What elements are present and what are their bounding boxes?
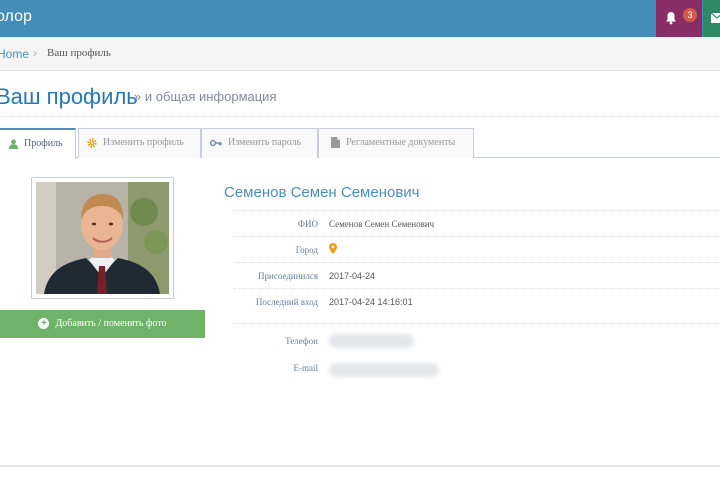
page-subtitle: » и общая информация xyxy=(134,89,277,104)
tab-edit-profile[interactable]: Изменить профиль xyxy=(78,128,201,158)
breadcrumb-current: Ваш профиль xyxy=(47,47,111,59)
info-row-fio: ФИО Семенов Семен Семенович xyxy=(234,210,720,236)
notifications-button[interactable]: 3 xyxy=(656,0,702,37)
info-row-joined: Присоединился 2017-04-24 xyxy=(234,262,720,288)
tab-profile-label: Профиль xyxy=(24,138,63,149)
fio-label: ФИО xyxy=(297,219,318,229)
tab-edit-profile-label: Изменить профиль xyxy=(103,137,184,148)
profile-photo[interactable] xyxy=(36,182,169,294)
city-label: Город xyxy=(295,245,318,255)
info-row-email: E-mail xyxy=(234,353,720,383)
map-marker-icon xyxy=(329,243,337,254)
key-icon xyxy=(210,139,222,146)
user-icon xyxy=(9,139,18,149)
add-photo-button[interactable]: + Добавить / поменять фото xyxy=(0,310,205,338)
page-header: Ваш профиль » и общая информация xyxy=(0,71,720,117)
mail-button[interactable] xyxy=(703,0,720,37)
profile-photo-frame xyxy=(31,177,174,299)
gear-icon xyxy=(87,138,97,148)
document-icon xyxy=(331,137,340,149)
tab-documents[interactable]: Регламентные документы xyxy=(318,128,474,158)
city-value xyxy=(329,243,337,256)
envelope-icon xyxy=(711,13,720,23)
breadcrumb-separator: › xyxy=(33,46,37,60)
last-login-value: 2017-04-24 14:16:01 xyxy=(329,297,413,307)
bell-icon xyxy=(666,12,676,25)
footer-divider xyxy=(0,465,720,467)
plus-circle-icon: + xyxy=(38,318,50,330)
tab-documents-label: Регламентные документы xyxy=(346,137,456,148)
info-row-phone: Телефон xyxy=(234,323,720,353)
email-label: E-mail xyxy=(293,363,319,373)
joined-label: Присоединился xyxy=(258,271,318,281)
breadcrumb-home-link[interactable]: Home xyxy=(0,47,29,61)
phone-value-redacted xyxy=(329,334,414,350)
info-row-last-login: Последний вход 2017-04-24 14:16:01 xyxy=(234,288,720,314)
last-login-label: Последний вход xyxy=(255,297,318,307)
tab-profile[interactable]: Профиль xyxy=(0,128,76,159)
fio-value: Семенов Семен Семенович xyxy=(329,219,435,229)
tab-change-password-label: Изменить пароль xyxy=(228,137,302,148)
joined-value: 2017-04-24 xyxy=(329,271,376,281)
top-navbar: олор 3 xyxy=(0,0,720,37)
notification-count-badge: 3 xyxy=(683,8,697,22)
breadcrumb: Home › Ваш профиль xyxy=(0,37,720,71)
phone-label: Телефон xyxy=(285,336,318,346)
brand-title[interactable]: олор xyxy=(0,8,32,26)
tab-change-password[interactable]: Изменить пароль xyxy=(201,128,318,158)
page-title: Ваш профиль xyxy=(0,84,138,109)
profile-full-name: Семенов Семен Семенович xyxy=(224,184,420,201)
add-photo-label: Добавить / поменять фото xyxy=(55,318,167,329)
profile-tabs: Профиль Изменить профиль Изменить пароль… xyxy=(0,128,720,159)
email-value-redacted xyxy=(329,363,439,379)
info-row-city: Город xyxy=(234,236,720,262)
